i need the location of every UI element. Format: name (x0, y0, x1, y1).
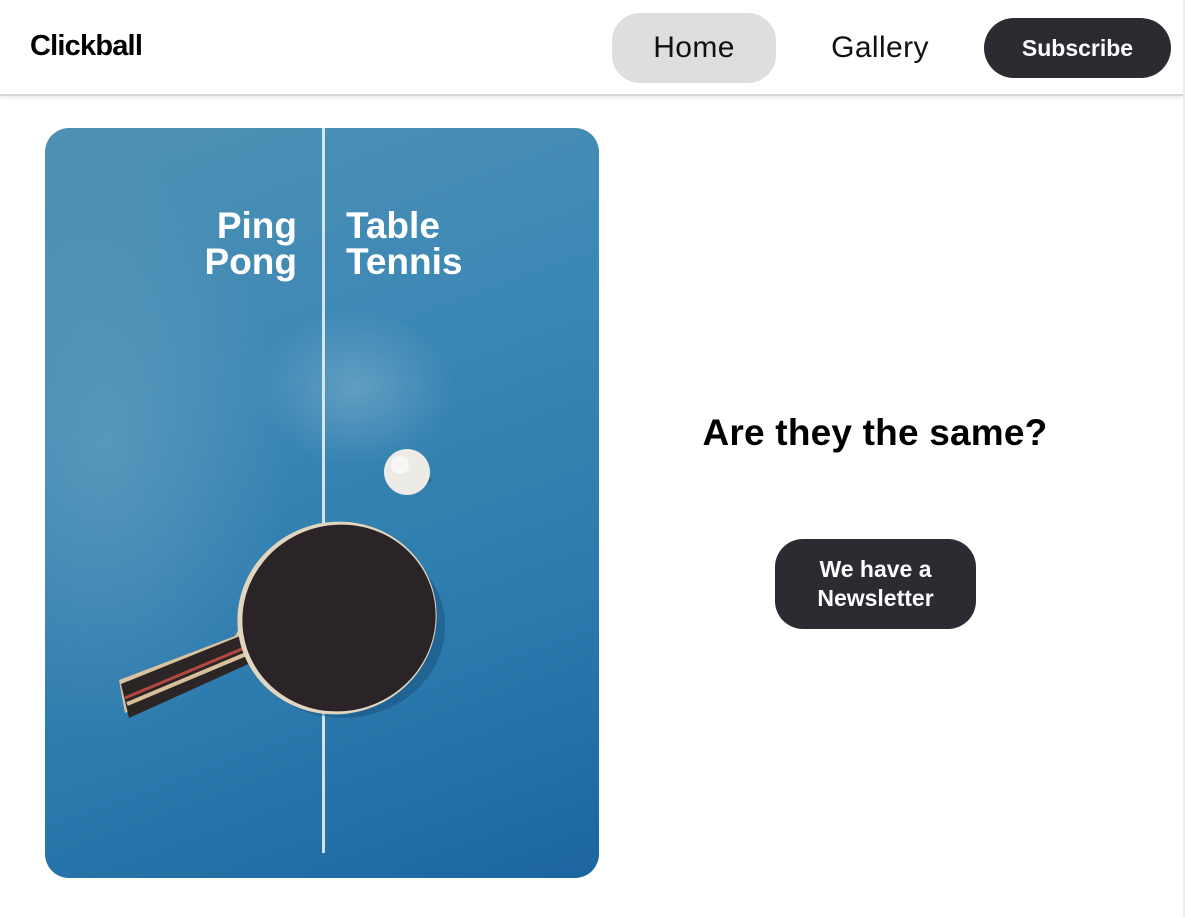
table-center-line (322, 128, 325, 853)
hero-ping-pong-label: Ping Pong (204, 205, 297, 282)
newsletter-button-line-1: We have a (819, 556, 932, 582)
hero-right-line-2: Tennis (346, 241, 463, 282)
ping-pong-ball-icon (384, 449, 430, 495)
page: Clickball Home Gallery Subscribe Ping Po… (0, 0, 1185, 917)
ping-pong-table-illustration (119, 128, 445, 853)
newsletter-button[interactable]: We have a Newsletter (775, 539, 976, 629)
subscribe-button[interactable]: Subscribe (984, 18, 1171, 78)
hero-left-line-2: Pong (204, 241, 297, 282)
navbar: Clickball Home Gallery Subscribe (0, 0, 1183, 96)
nav-gallery-link[interactable]: Gallery (800, 13, 960, 83)
hero-right-line-1: Table (346, 205, 440, 246)
newsletter-button-line-2: Newsletter (817, 585, 934, 611)
hero-image: Ping Pong Table Tennis (45, 128, 599, 878)
hero-left-line-1: Ping (216, 205, 297, 246)
nav-home-link[interactable]: Home (612, 13, 776, 83)
ping-pong-paddle-icon (119, 521, 445, 718)
main-question-heading: Are they the same? (702, 412, 1048, 453)
brand-logo[interactable]: Clickball (30, 30, 143, 63)
hero-table-tennis-label: Table Tennis (346, 205, 463, 282)
